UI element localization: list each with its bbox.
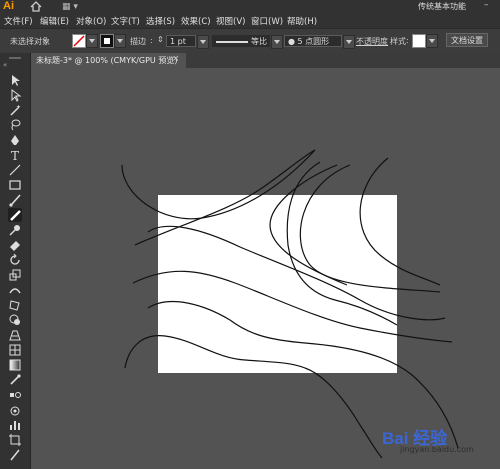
- menu-type[interactable]: 文字(T): [111, 15, 140, 27]
- control-bar: 未选择对象 描边 : ⇕ 1 pt 等比 ● 5 点圆形 不透明度 样式 : 文…: [0, 28, 500, 54]
- svg-text:T: T: [11, 149, 19, 162]
- brush-dropdown[interactable]: [343, 35, 355, 49]
- symbol-sprayer-tool-icon[interactable]: [8, 403, 22, 417]
- document-setup-button[interactable]: 文档设置: [446, 33, 488, 47]
- stroke-stepper-icon[interactable]: ⇕: [157, 35, 164, 44]
- menu-object[interactable]: 对象(O): [76, 15, 106, 27]
- shape-builder-tool-icon[interactable]: [8, 313, 22, 327]
- line-segment-tool-icon[interactable]: [8, 163, 22, 177]
- menu-bar: 文件(F) 编辑(E) 对象(O) 文字(T) 选择(S) 效果(C) 视图(V…: [0, 14, 500, 28]
- type-tool-icon[interactable]: T: [8, 148, 22, 163]
- style-label: 样式: [390, 37, 406, 46]
- menu-effect[interactable]: 效果(C): [181, 15, 211, 27]
- stroke-color-icon: [104, 38, 110, 44]
- selection-status: 未选择对象: [10, 37, 50, 46]
- rotate-tool-icon[interactable]: [8, 253, 22, 267]
- blob-brush-tool-icon[interactable]: [8, 223, 22, 237]
- column-graph-tool-icon[interactable]: [8, 418, 22, 432]
- scale-tool-icon[interactable]: [8, 268, 22, 282]
- paintbrush-tool-icon[interactable]: [8, 193, 22, 207]
- opacity-label[interactable]: 不透明度: [356, 36, 388, 47]
- mesh-tool-icon[interactable]: [8, 343, 22, 357]
- profile-line-icon: [216, 41, 248, 43]
- rectangle-tool-icon[interactable]: [8, 178, 22, 192]
- variable-width-profile[interactable]: 等比: [212, 35, 270, 47]
- minimize-button[interactable]: –: [484, 0, 489, 10]
- svg-text:✦: ✦: [16, 104, 21, 111]
- width-tool-icon[interactable]: [8, 283, 22, 297]
- stroke-colon: :: [150, 36, 153, 45]
- menu-edit[interactable]: 编辑(E): [40, 15, 69, 27]
- eyedropper-tool-icon[interactable]: [8, 373, 22, 387]
- tools-panel: « ✦ T: [0, 53, 31, 469]
- stroke-weight-dropdown[interactable]: [197, 35, 209, 49]
- graphic-style-swatch[interactable]: [412, 34, 426, 48]
- menu-select[interactable]: 选择(S): [146, 15, 175, 27]
- free-transform-tool-icon[interactable]: [8, 298, 22, 312]
- panel-grip[interactable]: [9, 57, 21, 59]
- profile-label: 等比: [251, 37, 267, 46]
- menu-help[interactable]: 帮助(H): [287, 15, 317, 27]
- home-icon[interactable]: [30, 1, 42, 12]
- graphic-style-dropdown[interactable]: [426, 34, 438, 48]
- pencil-tool-icon[interactable]: [8, 208, 22, 222]
- no-fill-icon: [73, 35, 85, 47]
- artboard[interactable]: [158, 195, 397, 373]
- app-logo: Ai: [3, 0, 14, 12]
- profile-dropdown[interactable]: [271, 35, 283, 49]
- title-bar: Ai ▦ ▾ 传统基本功能 –: [0, 0, 500, 14]
- arrange-documents-icon[interactable]: ▦ ▾: [62, 2, 78, 12]
- slice-tool-icon[interactable]: [8, 448, 22, 462]
- magic-wand-tool-icon[interactable]: ✦: [8, 103, 22, 117]
- stroke-weight-field[interactable]: 1 pt: [166, 35, 196, 47]
- style-colon: :: [406, 36, 409, 45]
- workspace-switcher[interactable]: 传统基本功能: [418, 1, 466, 12]
- gradient-tool-icon[interactable]: [8, 358, 22, 372]
- menu-file[interactable]: 文件(F): [4, 15, 33, 27]
- fill-swatch[interactable]: [72, 34, 86, 48]
- brush-definition[interactable]: ● 5 点圆形: [284, 35, 342, 47]
- stroke-dropdown[interactable]: [114, 34, 126, 48]
- direct-selection-tool-icon[interactable]: [8, 88, 22, 102]
- stroke-swatch[interactable]: [100, 34, 114, 48]
- artboard-tool-icon[interactable]: [8, 433, 22, 447]
- menu-view[interactable]: 视图(V): [216, 15, 245, 27]
- menu-window[interactable]: 窗口(W): [251, 15, 283, 27]
- brush-label: 5 点圆形: [297, 37, 330, 46]
- eraser-tool-icon[interactable]: [8, 238, 22, 252]
- blend-tool-icon[interactable]: [8, 388, 22, 402]
- document-tab[interactable]: 未标题-3* @ 100% (CMYK/GPU 预览) ×: [31, 53, 186, 68]
- document-tab-bar: 未标题-3* @ 100% (CMYK/GPU 预览) ×: [31, 53, 500, 68]
- stroke-label[interactable]: 描边: [130, 36, 146, 47]
- collapse-icon[interactable]: «: [3, 61, 7, 69]
- selection-tool-icon[interactable]: [8, 73, 22, 87]
- watermark-url: jingyan.baidu.com: [400, 445, 474, 454]
- perspective-grid-tool-icon[interactable]: [8, 328, 22, 342]
- document-tab-label: 未标题-3* @ 100% (CMYK/GPU 预览): [36, 56, 178, 65]
- brush-dot-icon: ●: [288, 37, 295, 46]
- close-tab-icon[interactable]: ×: [172, 54, 180, 64]
- lasso-tool-icon[interactable]: [8, 118, 22, 132]
- pen-tool-icon[interactable]: [8, 133, 22, 147]
- fill-dropdown[interactable]: [86, 34, 98, 48]
